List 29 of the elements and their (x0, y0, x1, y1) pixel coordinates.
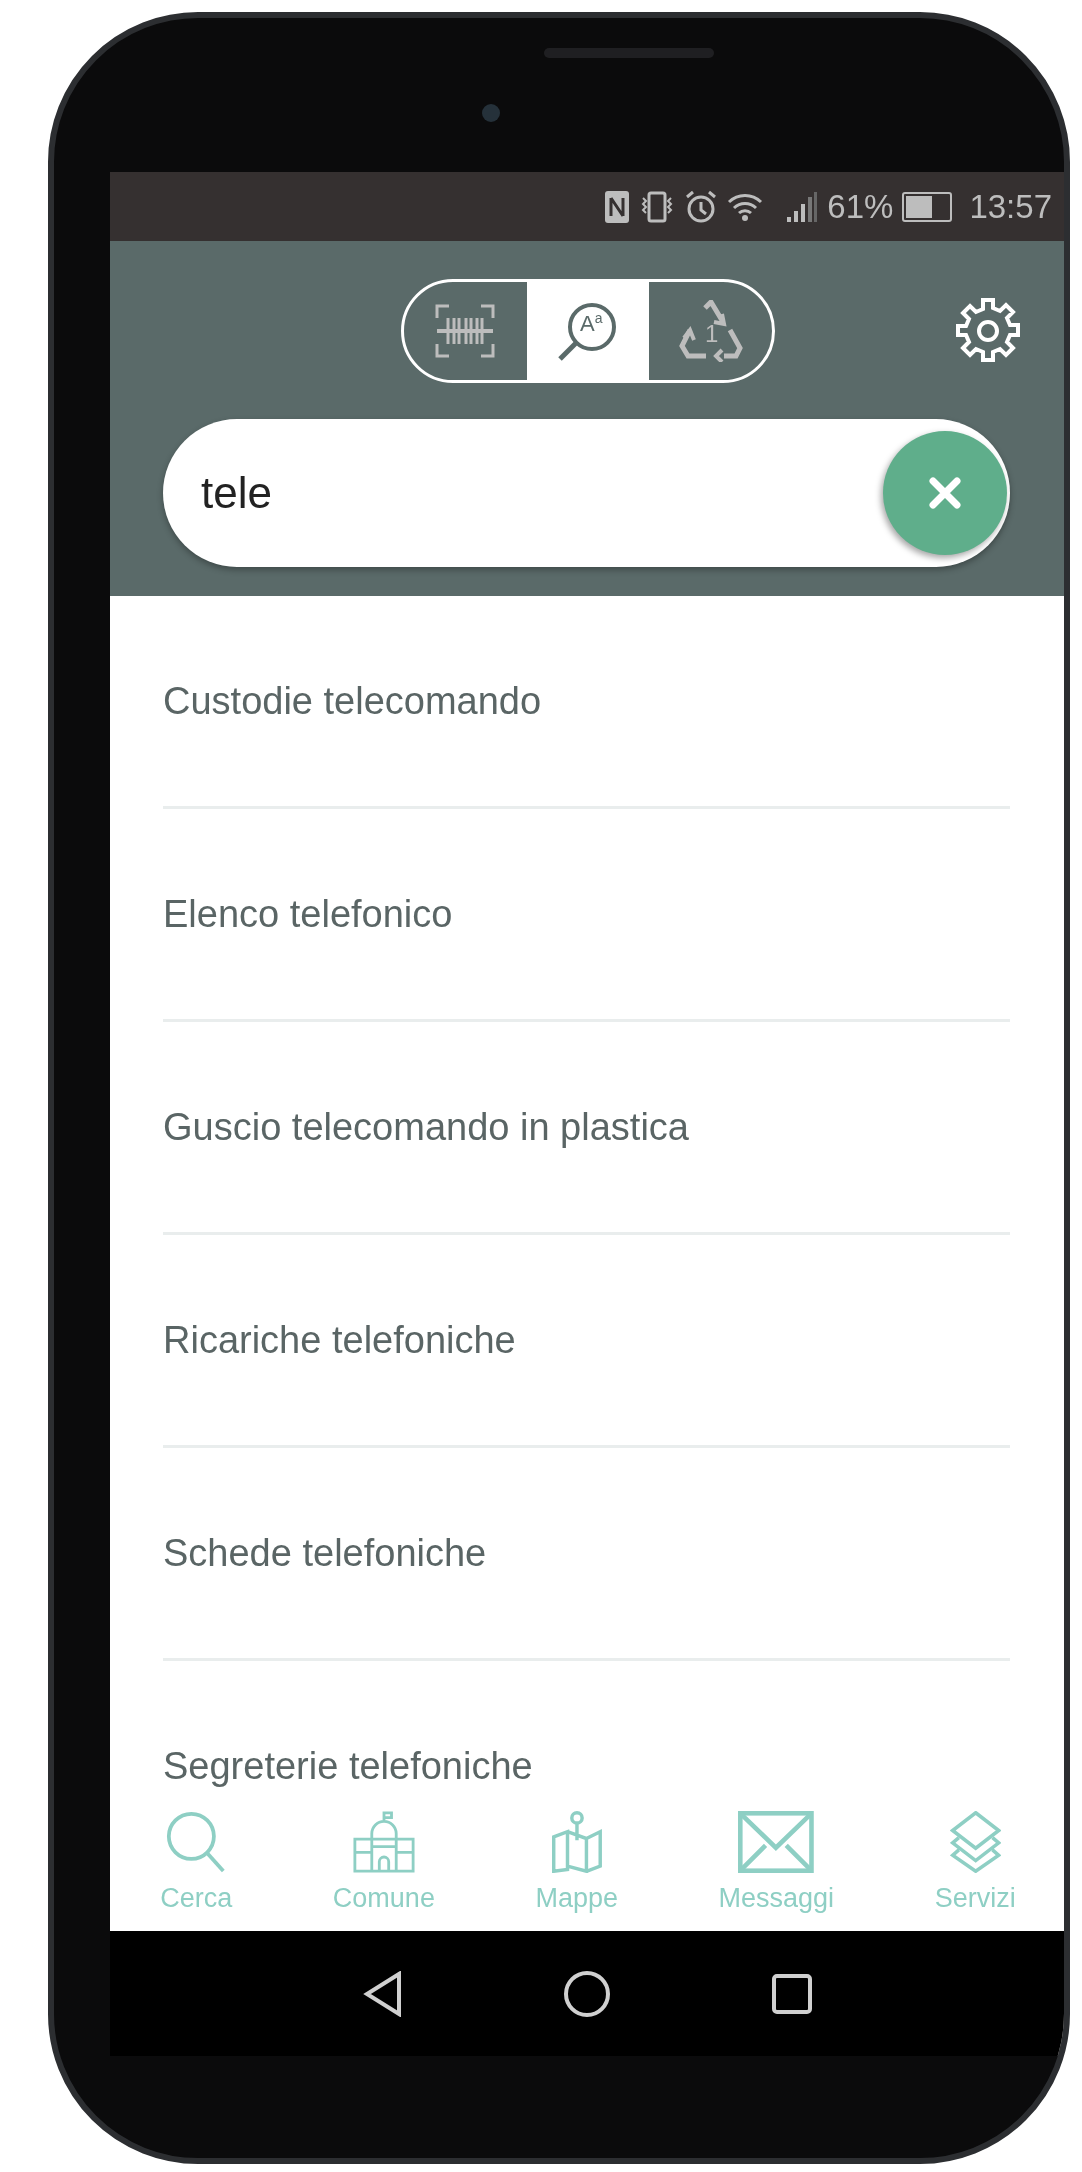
battery-icon (902, 191, 953, 222)
building-icon (352, 1810, 415, 1873)
wifi-icon (727, 191, 764, 222)
search-field[interactable]: tele (163, 419, 1010, 567)
recycle-mode-tab[interactable]: 1 (649, 282, 772, 380)
envelope-icon (738, 1810, 815, 1873)
signal-icon (786, 190, 819, 223)
result-item[interactable]: Guscio telecomando in plastica (163, 1022, 1010, 1235)
settings-icon[interactable] (956, 297, 1020, 365)
text-search-mode-tab[interactable]: A$^{a}$ (526, 282, 650, 380)
nfc-icon (604, 189, 631, 224)
result-item[interactable]: Schede telefoniche (163, 1448, 1010, 1661)
icon-letters: A$^{a}$ (580, 311, 603, 336)
clock-time: 13:57 (969, 187, 1052, 226)
camera-lens (482, 104, 500, 122)
clear-button[interactable] (883, 431, 1007, 555)
result-item[interactable]: Custodie telecomando (163, 596, 1010, 809)
result-item[interactable]: Ricariche telefoniche (163, 1235, 1010, 1448)
close-icon (927, 475, 963, 511)
recent-apps-icon[interactable] (771, 1972, 813, 2015)
barcode-scanner-icon (435, 304, 496, 358)
home-icon[interactable] (563, 1969, 611, 2018)
alarm-icon (684, 189, 719, 224)
map-pin-icon (551, 1810, 602, 1873)
battery-percentage: 61% (827, 187, 894, 226)
search-icon (166, 1810, 227, 1873)
result-item[interactable]: Elenco telefonico (163, 809, 1010, 1022)
back-icon[interactable] (363, 1970, 403, 2017)
layers-icon (949, 1810, 1001, 1873)
